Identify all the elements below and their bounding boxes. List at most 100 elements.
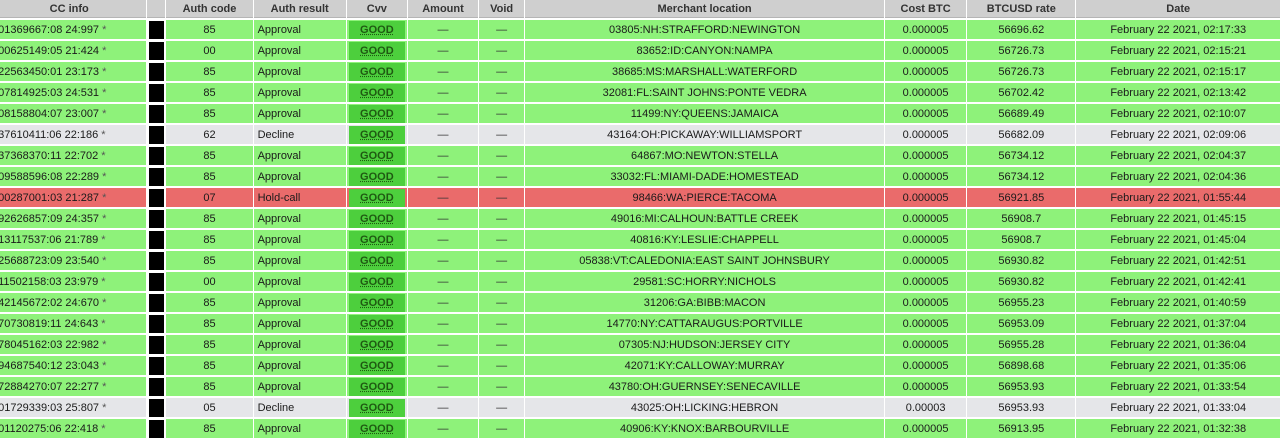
cost-btc: 0.000005: [885, 167, 967, 186]
table-row[interactable]: 270730819:11 24:643 * 85 Approval GOOD — —1477…: [0, 314, 1280, 333]
void: —: [479, 125, 525, 144]
table-row[interactable]: 394687540:12 23:043 * 85 Approval GOOD — —4207…: [0, 356, 1280, 375]
cvv-badge[interactable]: GOOD: [348, 125, 405, 144]
amount: —: [407, 251, 479, 270]
cc-mark: *: [102, 380, 107, 393]
cvv-badge[interactable]: GOOD: [348, 146, 405, 165]
redaction-box: [148, 272, 164, 291]
table-row[interactable]: 011502158:03 23:979 * 00 Approval GOOD — —2958…: [0, 272, 1280, 291]
cvv-badge[interactable]: GOOD: [348, 314, 405, 333]
date: February 22 2021, 01:42:41: [1076, 272, 1280, 291]
table-row[interactable]: 001120275:06 22:418 * 85 Approval GOOD — —4090…: [0, 419, 1280, 438]
cvv-cell: GOOD: [346, 104, 407, 123]
cc-mark: *: [102, 296, 107, 309]
col-header-blank: [147, 0, 166, 18]
void: —: [479, 377, 525, 396]
void: —: [479, 230, 525, 249]
cc-info: 092626857:09 24:357: [0, 212, 100, 225]
btcusd-rate: 56913.95: [967, 419, 1076, 438]
date: February 22 2021, 01:45:04: [1076, 230, 1280, 249]
table-row[interactable]: 025688723:09 23:540 * 85 Approval GOOD — —0583…: [0, 251, 1280, 270]
cvv-badge[interactable]: GOOD: [348, 41, 405, 60]
void: —: [479, 104, 525, 123]
col-header-void[interactable]: Void: [479, 0, 525, 18]
table-row[interactable]: 078045162:03 22:982 * 85 Approval GOOD — —0730…: [0, 335, 1280, 354]
cvv-badge[interactable]: GOOD: [348, 188, 405, 207]
amount: —: [407, 230, 479, 249]
cc-mark: *: [102, 23, 107, 36]
table-row[interactable]: 092626857:09 24:357 * 85 Approval GOOD — —4901…: [0, 209, 1280, 228]
cvv-badge[interactable]: GOOD: [348, 83, 405, 102]
cc-mark: *: [101, 275, 106, 288]
cvv-cell: GOOD: [346, 419, 407, 438]
cvv-badge[interactable]: GOOD: [348, 272, 405, 291]
table-row[interactable]: 309588596:08 22:289 * 85 Approval GOOD — —3303…: [0, 167, 1280, 186]
date: February 22 2021, 01:55:44: [1076, 188, 1280, 207]
col-header-auth-result[interactable]: Auth result: [253, 0, 346, 18]
cc-info: 270730819:11 24:643: [0, 317, 99, 330]
cc-info-cell: 801729339:03 25:807 *: [0, 398, 147, 417]
date: February 22 2021, 02:10:07: [1076, 104, 1280, 123]
cvv-cell: GOOD: [346, 146, 407, 165]
btcusd-rate: 56955.28: [967, 335, 1076, 354]
cvv-badge[interactable]: GOOD: [348, 335, 405, 354]
cvv-cell: GOOD: [346, 41, 407, 60]
col-header-auth-code[interactable]: Auth code: [166, 0, 253, 18]
cvv-badge[interactable]: GOOD: [348, 20, 405, 39]
merchant-location: 98466:WA:PIERCE:TACOMA: [525, 188, 884, 207]
col-header-cc-info[interactable]: CC info: [0, 0, 147, 18]
cvv-badge[interactable]: GOOD: [348, 230, 405, 249]
redacted-cell: [147, 230, 166, 249]
redacted-cell: [147, 146, 166, 165]
col-header-cvv[interactable]: Cvv: [346, 0, 407, 18]
cvv-badge[interactable]: GOOD: [348, 419, 405, 438]
date: February 22 2021, 02:13:42: [1076, 83, 1280, 102]
merchant-location: 32081:FL:SAINT JOHNS:PONTE VEDRA: [525, 83, 884, 102]
cvv-badge[interactable]: GOOD: [348, 293, 405, 312]
table-row[interactable]: 008158804:07 23:007 * 85 Approval GOOD — —1149…: [0, 104, 1280, 123]
cvv-badge[interactable]: GOOD: [348, 167, 405, 186]
table-row[interactable]: 172884270:07 22:277 * 85 Approval GOOD — —4378…: [0, 377, 1280, 396]
btcusd-rate: 56898.68: [967, 356, 1076, 375]
cc-info: 008158804:07 23:007: [0, 107, 100, 120]
table-row[interactable]: 337368370:11 22:702 * 85 Approval GOOD — —6486…: [0, 146, 1280, 165]
merchant-location: 40906:KY:KNOX:BARBOURVILLE: [525, 419, 884, 438]
col-header-btcusd-rate[interactable]: BTCUSD rate: [967, 0, 1076, 18]
cvv-badge[interactable]: GOOD: [348, 251, 405, 270]
redacted-cell: [147, 125, 166, 144]
cc-info: 801729339:03 25:807: [0, 401, 100, 414]
amount: —: [407, 314, 479, 333]
cvv-badge[interactable]: GOOD: [348, 377, 405, 396]
cc-info-cell: 172884270:07 22:277 *: [0, 377, 147, 396]
cc-mark: *: [102, 191, 107, 204]
table-row[interactable]: 507814925:03 24:531 * 85 Approval GOOD — —3208…: [0, 83, 1280, 102]
cvv-badge[interactable]: GOOD: [348, 104, 405, 123]
amount: —: [407, 293, 479, 312]
col-header-date[interactable]: Date: [1076, 0, 1280, 18]
table-row[interactable]: 000625149:05 21:424 * 00 Approval GOOD — —8365…: [0, 41, 1280, 60]
col-header-amount[interactable]: Amount: [407, 0, 479, 18]
redaction-box: [148, 20, 164, 39]
auth-code: 85: [166, 83, 253, 102]
merchant-location: 33032:FL:MIAMI-DADE:HOMESTEAD: [525, 167, 884, 186]
cvv-badge[interactable]: GOOD: [348, 62, 405, 81]
cvv-badge[interactable]: GOOD: [348, 356, 405, 375]
cc-info-cell: 309588596:08 22:289 *: [0, 167, 147, 186]
cvv-badge[interactable]: GOOD: [348, 398, 405, 417]
cc-info: 394687540:12 23:043: [0, 359, 100, 372]
table-row[interactable]: 037610411:06 22:186 * 62 Decline GOOD — —43164…: [0, 125, 1280, 144]
cc-info: 000625149:05 21:424: [0, 44, 100, 57]
cc-info-cell: 000287001:03 21:287 *: [0, 188, 147, 207]
table-row[interactable]: 222563450:01 23:173 * 85 Approval GOOD — —3868…: [0, 62, 1280, 81]
table-row[interactable]: 001369667:08 24:997 * 85 Approval GOOD — —0380…: [0, 20, 1280, 39]
table-row[interactable]: 801729339:03 25:807 * 05 Decline GOOD — —43025…: [0, 398, 1280, 417]
redacted-cell: [147, 398, 166, 417]
cvv-badge[interactable]: GOOD: [348, 209, 405, 228]
merchant-location: 83652:ID:CANYON:NAMPA: [525, 41, 884, 60]
cost-btc: 0.000005: [885, 41, 967, 60]
col-header-merchant-location[interactable]: Merchant location: [525, 0, 884, 18]
table-row[interactable]: 042145672:02 24:670 * 85 Approval GOOD — —3120…: [0, 293, 1280, 312]
table-row[interactable]: 000287001:03 21:287 * 07 Hold-call GOOD — —984…: [0, 188, 1280, 207]
table-row[interactable]: 213117537:06 21:789 * 85 Approval GOOD — —4081…: [0, 230, 1280, 249]
col-header-cost-btc[interactable]: Cost BTC: [885, 0, 967, 18]
